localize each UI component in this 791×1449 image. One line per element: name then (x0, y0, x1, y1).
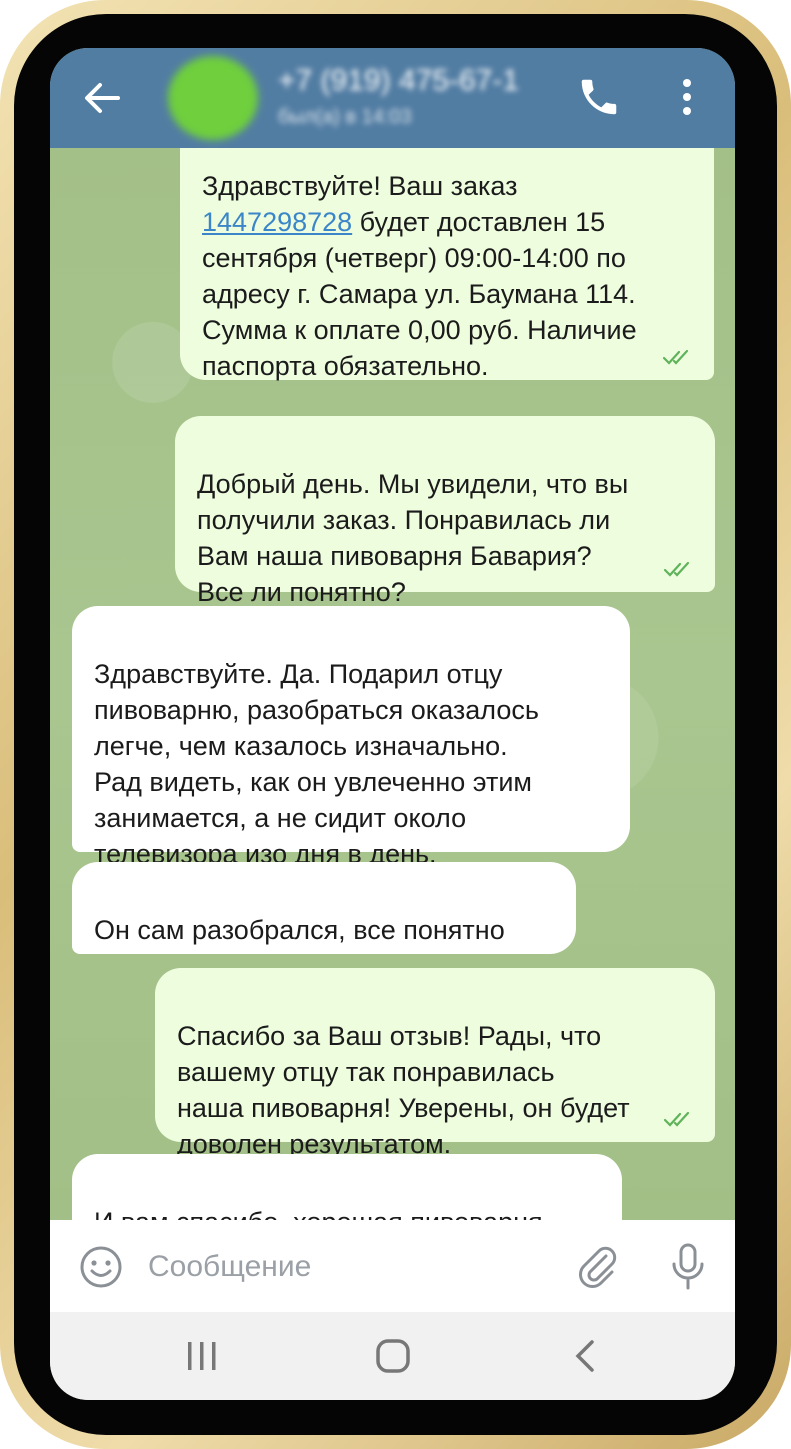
message-text: И вам спасибо, хорошая пивоварня (94, 1207, 543, 1220)
emoji-icon[interactable] (78, 1244, 124, 1290)
mic-icon[interactable] (668, 1242, 708, 1292)
read-ticks-icon (663, 1111, 690, 1127)
phone-icon[interactable] (576, 74, 622, 120)
attach-icon[interactable] (574, 1242, 620, 1290)
message-incoming[interactable]: И вам спасибо, хорошая пивоварня👍 (72, 1154, 622, 1220)
recents-icon[interactable] (185, 1340, 219, 1372)
chat-area[interactable]: Здравствуйте! Ваш заказ 1447298728 будет … (50, 148, 735, 1220)
message-outgoing[interactable]: Здравствуйте! Ваш заказ 1447298728 будет … (180, 148, 714, 381)
contact-status: был(а) в 14:03 (278, 106, 412, 128)
message-text: Добрый день. Мы увидели, что вы получили… (197, 469, 629, 607)
more-vert-icon[interactable] (672, 74, 702, 120)
message-text: Он сам разобрался, все понятно (94, 915, 505, 945)
system-nav-bar (50, 1312, 735, 1400)
message-incoming[interactable]: Здравствуйте. Да. Подарил отцу пивоварню… (72, 606, 630, 869)
chat-header: +7 (919) 475-67-1 был(а) в 14:03 (50, 48, 735, 148)
order-number-link[interactable]: 1447298728 (202, 207, 352, 237)
phone-frame: +7 (919) 475-67-1 был(а) в 14:03 Здравст… (0, 0, 791, 1449)
screen: +7 (919) 475-67-1 был(а) в 14:03 Здравст… (50, 48, 735, 1400)
message-text: Здравствуйте. Да. Подарил отцу пивоварню… (94, 659, 539, 869)
home-icon[interactable] (375, 1338, 411, 1374)
nav-back-icon[interactable] (572, 1338, 596, 1374)
read-ticks-icon (663, 561, 690, 577)
message-input-bar (50, 1220, 735, 1312)
message-text: Здравствуйте! Ваш заказ (202, 171, 518, 201)
back-arrow-icon[interactable] (80, 76, 124, 120)
contact-avatar[interactable] (168, 56, 258, 140)
contact-name[interactable]: +7 (919) 475-67-1 (278, 64, 519, 98)
message-outgoing[interactable]: Добрый день. Мы увидели, что вы получили… (175, 416, 715, 607)
message-input[interactable] (146, 1242, 490, 1292)
message-outgoing[interactable]: Спасибо за Ваш отзыв! Рады, что вашему о… (155, 968, 715, 1159)
read-ticks-icon (662, 349, 689, 365)
message-incoming[interactable]: Он сам разобрался, все понятно (72, 862, 576, 954)
message-text: Спасибо за Ваш отзыв! Рады, что вашему о… (177, 1021, 630, 1159)
